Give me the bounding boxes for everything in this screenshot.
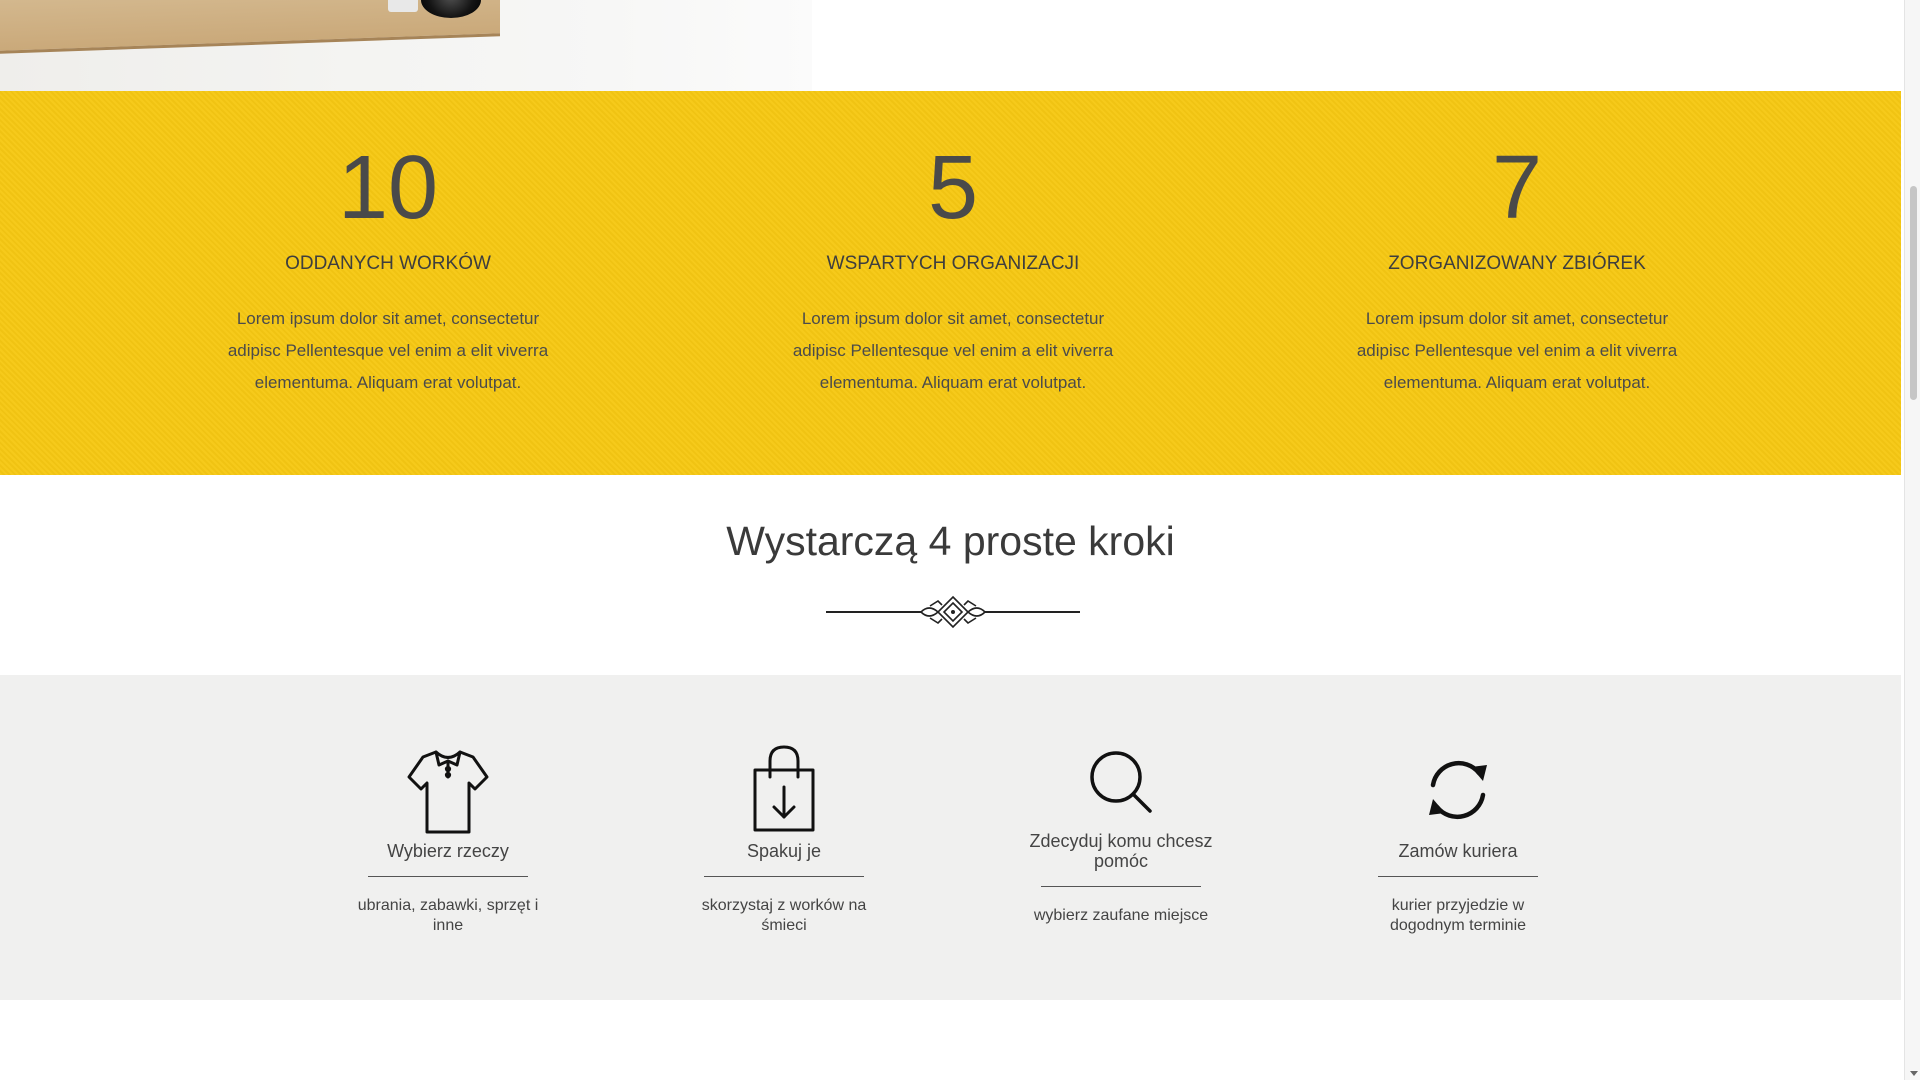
step-title: Zdecyduj komu chcesz pomóc bbox=[1029, 831, 1213, 871]
shirt-icon bbox=[407, 750, 489, 834]
step-divider bbox=[368, 876, 528, 877]
refresh-icon bbox=[1429, 760, 1487, 820]
stat-bags: 10 ODDANYCH WORKÓW Lorem ipsum dolor sit… bbox=[178, 91, 598, 399]
next-section bbox=[0, 1000, 1901, 1080]
stat-text: Lorem ipsum dolor sit amet, consectetur … bbox=[792, 309, 1114, 392]
hero-photo bbox=[0, 0, 812, 91]
step-divider bbox=[704, 876, 864, 877]
stat-text: Lorem ipsum dolor sit amet, consectetur … bbox=[227, 309, 549, 392]
stat-number: 7 bbox=[1491, 138, 1543, 238]
stat-organizations: 5 WSPARTYCH ORGANIZACJI Lorem ipsum dolo… bbox=[743, 91, 1163, 399]
decorative-divider-icon bbox=[826, 595, 1080, 629]
step-desc: wybierz zaufane miejsce bbox=[1033, 907, 1209, 924]
stat-title: ODDANYCH WORKÓW bbox=[285, 253, 491, 274]
bag-download-icon bbox=[753, 745, 815, 832]
stat-title: ZORGANIZOWANY ZBIÓREK bbox=[1388, 253, 1646, 274]
steps-header: Wystarczą 4 proste kroki bbox=[0, 475, 1901, 675]
scroll-down-arrow-icon[interactable] bbox=[1910, 1071, 1918, 1076]
step-title: Spakuj je bbox=[746, 841, 822, 861]
stat-title: WSPARTYCH ORGANIZACJI bbox=[826, 253, 1080, 274]
scrollbar[interactable] bbox=[1904, 0, 1920, 1080]
stat-text: Lorem ipsum dolor sit amet, consectetur … bbox=[1356, 309, 1678, 392]
step-divider bbox=[1378, 876, 1538, 877]
hero-section bbox=[0, 0, 1901, 91]
tape-dispenser-image bbox=[388, 0, 418, 12]
stat-collections: 7 ZORGANIZOWANY ZBIÓREK Lorem ipsum dolo… bbox=[1307, 91, 1727, 399]
step-title: Wybierz rzeczy bbox=[387, 841, 509, 861]
search-icon bbox=[1090, 751, 1152, 813]
section-title: Wystarczą 4 proste kroki bbox=[726, 518, 1175, 564]
stats-section: 10 ODDANYCH WORKÓW Lorem ipsum dolor sit… bbox=[0, 91, 1901, 475]
steps-section: Wybierz rzeczy ubrania, zabawki, sprzęt … bbox=[0, 675, 1901, 1000]
step-desc: ubrania, zabawki, sprzęt i inne bbox=[357, 897, 539, 934]
stat-number: 10 bbox=[337, 138, 439, 238]
step-desc: kurier przyjedzie w dogodnym terminie bbox=[1389, 897, 1527, 934]
step-desc: skorzystaj z worków na śmieci bbox=[701, 897, 867, 934]
stat-number: 5 bbox=[927, 138, 979, 238]
step-divider bbox=[1041, 886, 1201, 887]
scrollbar-thumb[interactable] bbox=[1910, 186, 1917, 400]
step-title: Zamów kuriera bbox=[1398, 841, 1518, 861]
page: 10 ODDANYCH WORKÓW Lorem ipsum dolor sit… bbox=[0, 0, 1901, 1080]
